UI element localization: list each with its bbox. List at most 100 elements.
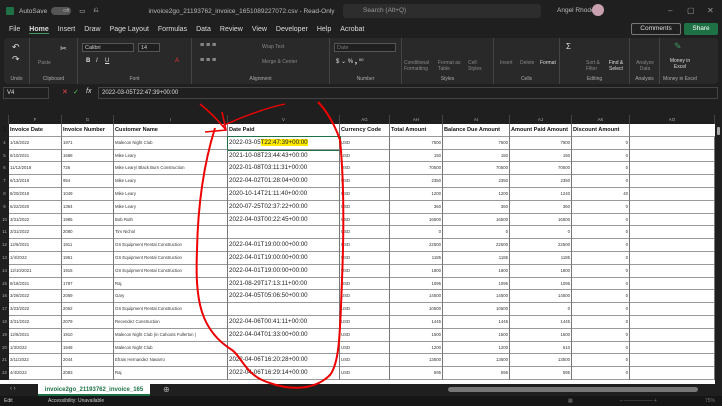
table-cell[interactable]: 150 bbox=[390, 149, 443, 163]
search-box[interactable]: Search (Alt+Q) bbox=[343, 4, 541, 18]
row-number[interactable]: 13 bbox=[0, 252, 9, 265]
row-number[interactable]: 6 bbox=[0, 162, 9, 176]
table-cell[interactable]: 1/3/2022 bbox=[9, 341, 62, 355]
table-cell[interactable]: 1185 bbox=[443, 252, 510, 265]
table-cell[interactable]: USD bbox=[340, 213, 390, 227]
table-cell[interactable]: GS Equipment Rental Construction bbox=[114, 264, 228, 278]
table-cell[interactable]: 595 bbox=[390, 367, 443, 380]
table-cell[interactable]: 360 bbox=[443, 200, 510, 214]
delete-button[interactable]: Delete bbox=[520, 60, 534, 66]
table-cell[interactable]: 0 bbox=[572, 303, 630, 316]
tab-file[interactable]: File bbox=[9, 26, 20, 33]
table-cell[interactable]: USD bbox=[340, 277, 390, 291]
table-cell[interactable]: 1364 bbox=[62, 200, 114, 214]
table-cell[interactable]: USD bbox=[340, 303, 390, 316]
table-cell[interactable]: 150 bbox=[510, 149, 572, 163]
format-button[interactable]: Format bbox=[540, 60, 556, 66]
table-cell[interactable]: 360 bbox=[390, 200, 443, 214]
date-paid-cell-selected[interactable]: 2022-03-05T22:47:39+00:00 bbox=[227, 135, 341, 151]
bold-button[interactable]: B bbox=[86, 58, 90, 64]
table-cell[interactable]: USD bbox=[340, 200, 390, 214]
table-cell[interactable]: 13500 bbox=[443, 354, 510, 368]
table-cell[interactable]: 0 bbox=[572, 252, 630, 265]
column-header[interactable]: V bbox=[228, 115, 340, 124]
table-cell[interactable]: Gary bbox=[114, 290, 228, 304]
table-cell[interactable]: 2022-04-01T19:00:00+00:00 bbox=[228, 252, 340, 265]
formula-input[interactable]: 2022-03-05T22:47:39+00:00 bbox=[98, 87, 718, 99]
table-cell[interactable]: 150 bbox=[443, 149, 510, 163]
share-button[interactable]: Share bbox=[684, 23, 718, 35]
table-cell[interactable]: 1095 bbox=[390, 277, 443, 291]
column-header[interactable]: AJ bbox=[510, 115, 572, 124]
zoom-slider[interactable]: – ──────── + bbox=[620, 396, 657, 406]
align-icon[interactable]: ≡ ≡ ≡ bbox=[200, 42, 216, 49]
table-cell[interactable]: 6/13/2019 bbox=[9, 175, 62, 188]
column-header[interactable]: AH bbox=[390, 115, 443, 124]
table-cell[interactable]: 16500 bbox=[443, 213, 510, 227]
table-cell[interactable]: USD bbox=[340, 341, 390, 355]
table-cell[interactable]: 6/10/2021 bbox=[9, 149, 62, 163]
select-all[interactable] bbox=[0, 115, 9, 124]
table-cell[interactable]: 1200 bbox=[390, 341, 443, 355]
table-cell[interactable]: 2020-10-14T21:11:40+00:00 bbox=[228, 188, 340, 201]
empty-cell[interactable] bbox=[630, 213, 715, 227]
table-cell[interactable]: 360 bbox=[510, 200, 572, 214]
tab-acrobat[interactable]: Acrobat bbox=[340, 26, 364, 33]
header-cell[interactable]: Date Paid bbox=[228, 124, 340, 137]
table-cell[interactable]: 0 bbox=[443, 226, 510, 240]
table-cell[interactable]: 4/4/2022 bbox=[9, 367, 62, 380]
table-cell[interactable]: GS Equipment Rental Construction bbox=[114, 252, 228, 265]
table-cell[interactable]: 0 bbox=[572, 239, 630, 252]
table-cell[interactable]: 726 bbox=[62, 162, 114, 176]
table-cell[interactable]: 3/31/2022 bbox=[9, 213, 62, 227]
currency-icon[interactable]: $ ⌄ % ❟ ⁰⁰ bbox=[336, 58, 364, 66]
table-cell[interactable]: 0 bbox=[510, 303, 572, 316]
table-cell[interactable]: USD bbox=[340, 162, 390, 176]
header-cell[interactable]: Invoice Number bbox=[62, 124, 114, 137]
table-cell[interactable]: 1185 bbox=[390, 252, 443, 265]
table-cell[interactable]: 0 bbox=[572, 277, 630, 291]
hscroll-thumb[interactable] bbox=[448, 387, 698, 392]
column-header[interactable]: AG bbox=[340, 115, 390, 124]
header-cell[interactable]: Total Amount bbox=[390, 124, 443, 137]
empty-cell[interactable] bbox=[630, 162, 715, 176]
table-cell[interactable]: 2069 bbox=[62, 290, 114, 304]
table-cell[interactable]: USD bbox=[340, 136, 390, 150]
table-cell[interactable]: 2022-04-01T19:00:00+00:00 bbox=[228, 264, 340, 278]
table-cell[interactable]: Recendez Construction bbox=[114, 316, 228, 329]
table-cell[interactable]: 7500 bbox=[443, 136, 510, 150]
table-cell[interactable]: 1445 bbox=[390, 316, 443, 329]
empty-cell[interactable] bbox=[630, 226, 715, 240]
table-cell[interactable]: 14500 bbox=[443, 290, 510, 304]
table-cell[interactable]: 1445 bbox=[510, 316, 572, 329]
tab-insert[interactable]: Insert bbox=[58, 26, 76, 33]
table-cell[interactable]: 610 bbox=[510, 341, 572, 355]
minimize-icon[interactable]: – bbox=[668, 6, 672, 15]
table-cell[interactable]: Tim Nichol bbox=[114, 226, 228, 240]
table-cell[interactable]: 22500 bbox=[443, 239, 510, 252]
row-number[interactable]: 9 bbox=[0, 200, 9, 214]
table-cell[interactable]: 0 bbox=[572, 149, 630, 163]
table-cell[interactable]: Bob Ruth bbox=[114, 213, 228, 227]
table-cell[interactable]: 2022-01-08T03:11:31+00:00 bbox=[228, 162, 340, 176]
table-cell[interactable]: 3/28/2022 bbox=[9, 290, 62, 304]
table-cell[interactable]: 1911 bbox=[62, 239, 114, 252]
table-cell[interactable]: 0 bbox=[572, 226, 630, 240]
empty-cell[interactable] bbox=[630, 149, 715, 163]
table-cell[interactable]: 0 bbox=[572, 367, 630, 380]
empty-cell[interactable] bbox=[630, 175, 715, 188]
table-cell[interactable]: 1095 bbox=[510, 277, 572, 291]
table-cell[interactable]: 2021-08-29T17:13:11+00:00 bbox=[228, 277, 340, 291]
table-cell[interactable]: 0 bbox=[572, 175, 630, 188]
insert-button[interactable]: Insert bbox=[500, 60, 513, 66]
table-cell[interactable]: Mike Leary bbox=[114, 175, 228, 188]
cancel-icon[interactable]: ✕ bbox=[62, 88, 68, 96]
table-cell[interactable]: 0 bbox=[390, 226, 443, 240]
table-cell[interactable]: 8/20/2019 bbox=[9, 188, 62, 201]
table-cell[interactable]: Malecon Night Club (in Cahoots Fullerton… bbox=[114, 328, 228, 342]
row-number[interactable]: 12 bbox=[0, 239, 9, 252]
column-header[interactable]: AK bbox=[572, 115, 630, 124]
row-number[interactable]: 21 bbox=[0, 354, 9, 368]
table-cell[interactable]: 0 bbox=[572, 316, 630, 329]
undo-icon[interactable]: ⎌ bbox=[93, 7, 98, 15]
